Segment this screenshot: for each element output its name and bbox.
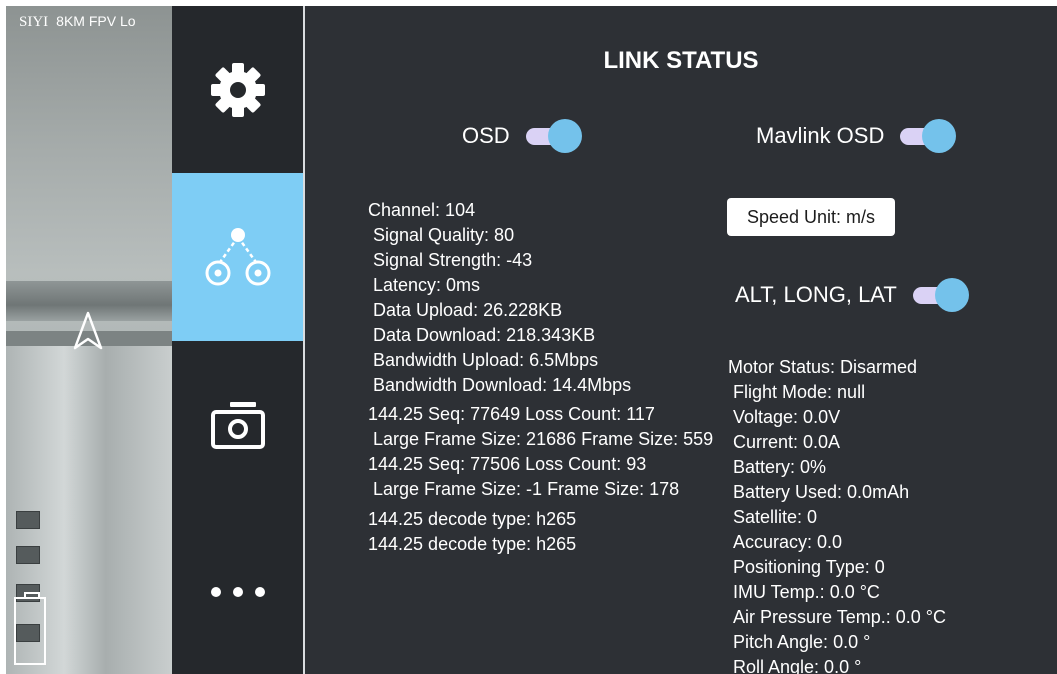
flight-stat-air-pressure-temp: Air Pressure Temp.: 0.0 °C (733, 607, 946, 627)
camera-icon (210, 402, 265, 449)
link-status-panel: LINK STATUS OSD Mavlink OSD Speed Unit: … (305, 6, 1057, 674)
switch-knob (547, 119, 582, 153)
sidebar-item-link[interactable] (172, 173, 303, 341)
mavlink-osd-switch[interactable] (900, 119, 957, 153)
sidebar-item-settings[interactable] (172, 6, 303, 173)
navigation-arrow-icon (73, 311, 103, 350)
osd-switch[interactable] (525, 119, 582, 153)
osd-label: OSD (462, 123, 510, 148)
sidebar (172, 6, 303, 674)
link-stat-bandwidth-upload: Bandwidth Upload: 6.5Mbps (373, 350, 599, 370)
camera-scene-slot (16, 546, 40, 564)
battery-icon (14, 592, 46, 665)
flight-stat-current: Current: 0.0A (733, 432, 841, 452)
switch-knob (934, 278, 969, 312)
alt-long-lat-toggle-row: ALT, LONG, LAT (735, 278, 969, 312)
mavlink-osd-label: Mavlink OSD (756, 123, 885, 148)
link-nodes-icon (205, 228, 270, 286)
flight-stat-imu-temp: IMU Temp.: 0.0 °C (733, 582, 880, 602)
more-dots-icon (210, 586, 265, 597)
link-stat-data-upload: Data Upload: 26.228KB (373, 300, 563, 320)
link-stat-seq-1: 144.25 Seq: 77649 Loss Count: 117 (368, 404, 655, 424)
switch-knob (922, 119, 957, 153)
app-frame: SIYI 8KM FPV Lo LINK STATUS OSD Mavlink … (0, 0, 1057, 674)
camera-title-text: 8KM FPV Lo (56, 13, 136, 29)
flight-stat-positioning-type: Positioning Type: 0 (733, 557, 885, 577)
link-stat-data-download: Data Download: 218.343KB (373, 325, 596, 345)
brand-logo-text: SIYI (19, 14, 49, 30)
flight-stat-satellite: Satellite: 0 (733, 507, 818, 527)
osd-toggle-row: OSD (462, 119, 582, 153)
flight-stat-battery-used: Battery Used: 0.0mAh (733, 482, 910, 502)
camera-title: SIYI 8KM FPV Lo (19, 13, 136, 31)
flight-stat-battery: Battery: 0% (733, 457, 827, 477)
flight-stat-motor-status: Motor Status: Disarmed (728, 357, 918, 377)
link-stat-latency: Latency: 0ms (373, 275, 481, 295)
flight-stat-roll-angle: Roll Angle: 0.0 ° (733, 657, 862, 674)
link-stat-frame-size-2: Large Frame Size: -1 Frame Size: 178 (373, 479, 680, 499)
flight-stat-accuracy: Accuracy: 0.0 (733, 532, 843, 552)
sidebar-item-more[interactable] (172, 509, 303, 674)
link-stat-frame-size-1: Large Frame Size: 21686 Frame Size: 559 (373, 429, 714, 449)
alt-long-lat-switch[interactable] (912, 278, 969, 312)
flight-stat-flight-mode: Flight Mode: null (733, 382, 866, 402)
link-stat-signal-strength: Signal Strength: -43 (373, 250, 533, 270)
speed-unit-button[interactable]: Speed Unit: m/s (727, 198, 895, 236)
link-stat-channel: Channel: 104 (368, 200, 476, 220)
sidebar-item-camera[interactable] (172, 341, 303, 509)
panel-title: LINK STATUS (603, 47, 759, 74)
flight-stat-voltage: Voltage: 0.0V (733, 407, 841, 427)
link-stat-decode-type-2: 144.25 decode type: h265 (368, 534, 577, 554)
camera-scene-slot (16, 511, 40, 529)
link-stat-bandwidth-download: Bandwidth Download: 14.4Mbps (373, 375, 632, 395)
link-stat-seq-2: 144.25 Seq: 77506 Loss Count: 93 (368, 454, 647, 474)
gear-icon (210, 62, 265, 117)
alt-long-lat-label: ALT, LONG, LAT (735, 282, 897, 307)
flight-stat-pitch-angle: Pitch Angle: 0.0 ° (733, 632, 871, 652)
link-stat-signal-quality: Signal Quality: 80 (373, 225, 515, 245)
link-stat-decode-type-1: 144.25 decode type: h265 (368, 509, 577, 529)
mavlink-osd-toggle-row: Mavlink OSD (756, 119, 957, 153)
